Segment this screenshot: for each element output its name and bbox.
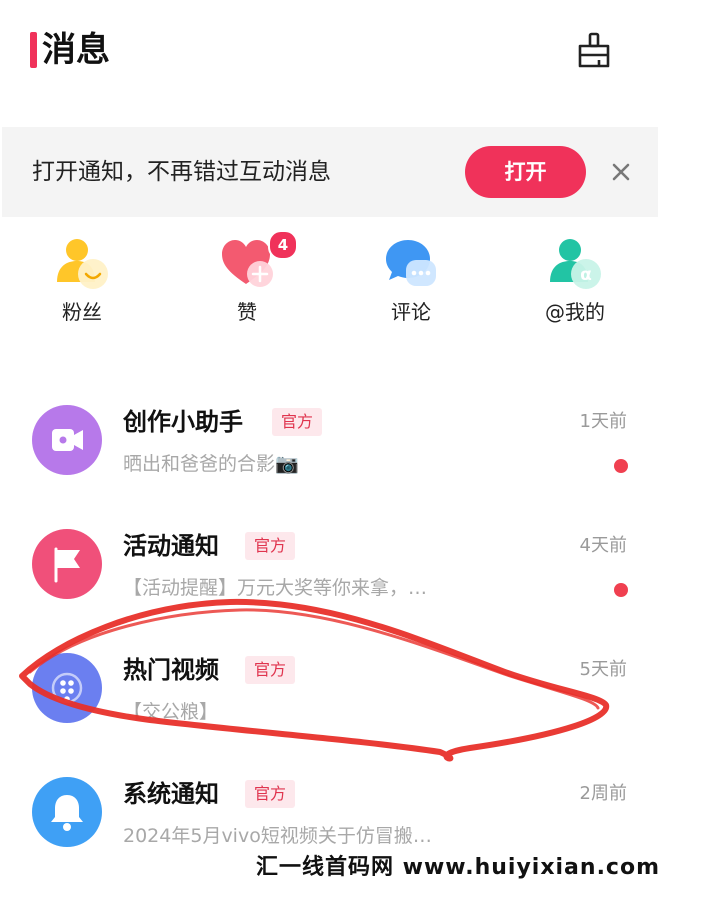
quick-action-comments[interactable]: 评论 bbox=[366, 236, 456, 332]
notification-banner: 打开通知，不再错过互动消息 打开 bbox=[2, 127, 658, 217]
fans-icon bbox=[55, 236, 111, 292]
likes-count-badge: 4 bbox=[268, 230, 298, 260]
message-preview: 【活动提醒】万元大奖等你来拿，… bbox=[123, 577, 428, 599]
watermark-text: 汇一线首码网 www.huiyixian.com bbox=[256, 855, 661, 880]
message-sender-name: 系统通知 bbox=[123, 780, 219, 808]
broom-icon[interactable] bbox=[574, 30, 614, 70]
message-row-trending-videos[interactable]: 热门视频 官方 5天前 【交公粮】 bbox=[0, 653, 703, 777]
message-row-activity-notice[interactable]: 活动通知 官方 4天前 【活动提醒】万元大奖等你来拿，… bbox=[0, 529, 703, 653]
svg-text:α: α bbox=[580, 265, 592, 285]
title-accent-bar bbox=[30, 32, 37, 68]
message-row-creator-assistant[interactable]: 创作小助手 官方 1天前 晒出和爸爸的合影📷 bbox=[0, 405, 703, 529]
message-sender-name: 活动通知 bbox=[123, 532, 219, 560]
page-title: 消息 bbox=[42, 30, 110, 70]
message-time: 2周前 bbox=[579, 783, 627, 804]
comment-icon bbox=[384, 236, 440, 292]
open-notification-button[interactable]: 打开 bbox=[465, 146, 586, 198]
message-preview: 2024年5月vivo短视频关于仿冒搬… bbox=[123, 825, 432, 847]
quick-action-label: 评论 bbox=[391, 300, 431, 324]
quick-action-label: @我的 bbox=[545, 300, 605, 324]
quick-action-label: 粉丝 bbox=[62, 300, 102, 324]
message-sender-name: 创作小助手 bbox=[123, 408, 243, 436]
dots-icon bbox=[32, 653, 102, 723]
video-camera-icon bbox=[32, 405, 102, 475]
message-sender-name: 热门视频 bbox=[123, 656, 219, 684]
banner-text: 打开通知，不再错过互动消息 bbox=[32, 159, 331, 185]
official-tag: 官方 bbox=[245, 532, 296, 560]
message-time: 1天前 bbox=[579, 411, 627, 432]
unread-dot bbox=[614, 583, 628, 597]
mention-icon: α bbox=[548, 236, 604, 292]
quick-action-fans[interactable]: 粉丝 bbox=[37, 236, 127, 332]
quick-action-mentions[interactable]: α @我的 bbox=[530, 236, 620, 332]
header: 消息 bbox=[30, 26, 670, 76]
message-time: 4天前 bbox=[579, 535, 627, 556]
quick-action-label: 赞 bbox=[237, 300, 257, 324]
message-time: 5天前 bbox=[579, 659, 627, 680]
close-icon[interactable] bbox=[606, 157, 636, 187]
message-preview: 【交公粮】 bbox=[123, 701, 219, 723]
unread-dot bbox=[614, 459, 628, 473]
flag-icon bbox=[32, 529, 102, 599]
bell-icon bbox=[32, 777, 102, 847]
official-tag: 官方 bbox=[245, 656, 296, 684]
official-tag: 官方 bbox=[245, 780, 296, 808]
official-tag: 官方 bbox=[272, 408, 323, 436]
message-preview: 晒出和爸爸的合影📷 bbox=[123, 453, 299, 475]
